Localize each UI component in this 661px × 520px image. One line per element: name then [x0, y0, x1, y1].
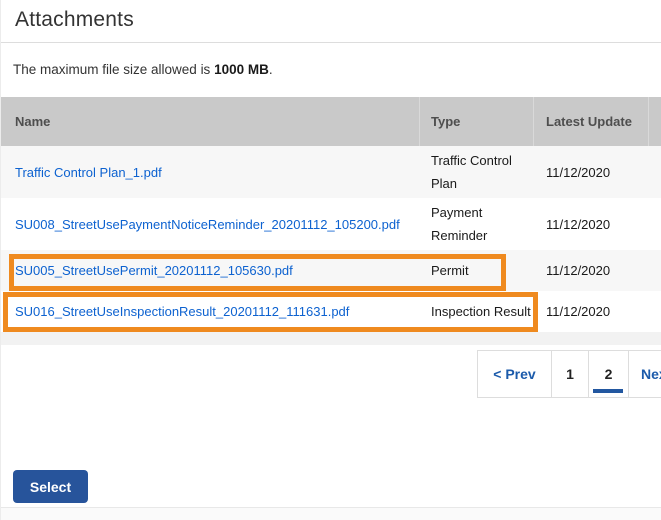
select-button[interactable]: Select — [13, 470, 88, 503]
table-row: SU005_StreetUsePermit_20201112_105630.pd… — [1, 250, 661, 291]
table-bottom-strip — [1, 332, 661, 345]
page-2-button[interactable]: 2 — [589, 351, 629, 397]
header-divider — [648, 97, 649, 146]
file-link[interactable]: Traffic Control Plan_1.pdf — [15, 165, 162, 180]
column-header-name: Name — [15, 114, 51, 129]
prev-page-button[interactable]: < Prev — [478, 351, 552, 397]
latest-update-cell: 11/12/2020 — [546, 216, 611, 232]
file-link[interactable]: SU005_StreetUsePermit_20201112_105630.pd… — [15, 263, 293, 278]
page-1-button[interactable]: 1 — [552, 351, 589, 397]
title-bar: Attachments — [1, 0, 661, 43]
file-link[interactable]: SU016_StreetUseInspectionResult_20201112… — [15, 304, 349, 319]
file-type-cell: Permit — [431, 262, 469, 278]
file-type-cell: Inspection Result — [431, 303, 531, 319]
table-header-row: Name Type Latest Update — [1, 97, 661, 146]
table-row: SU016_StreetUseInspectionResult_20201112… — [1, 291, 661, 332]
file-type-cell: Traffic Control Plan — [431, 152, 512, 191]
page-title: Attachments — [15, 8, 134, 31]
page-2-label: 2 — [604, 366, 613, 382]
note-prefix: The maximum file size allowed is — [13, 62, 215, 77]
header-divider — [533, 97, 534, 146]
pagination: < Prev 1 2 Next > — [477, 350, 661, 398]
attachments-table: Name Type Latest Update Traffic Control … — [1, 97, 661, 332]
latest-update-cell: 11/12/2020 — [546, 164, 611, 180]
file-name-cell: SU016_StreetUseInspectionResult_20201112… — [15, 291, 410, 332]
max-file-size-note: The maximum file size allowed is 1000 MB… — [13, 62, 273, 77]
active-page-indicator — [593, 389, 623, 393]
file-name-cell: SU008_StreetUsePaymentNoticeReminder_202… — [15, 198, 410, 250]
latest-update-cell: 11/12/2020 — [546, 263, 611, 278]
panel-footer-divider — [1, 507, 661, 520]
note-size-value: 1000 MB — [214, 62, 269, 77]
table-row: SU008_StreetUsePaymentNoticeReminder_202… — [1, 198, 661, 250]
attachments-panel: Attachments The maximum file size allowe… — [0, 0, 661, 520]
file-name-cell: Traffic Control Plan_1.pdf — [15, 146, 410, 198]
header-divider — [419, 97, 420, 146]
table-row: Traffic Control Plan_1.pdf Traffic Contr… — [1, 146, 661, 322]
next-page-button[interactable]: Next > — [629, 351, 661, 397]
column-header-type: Type — [431, 114, 461, 129]
file-link[interactable]: SU008_StreetUsePaymentNoticeReminder_202… — [15, 217, 400, 232]
column-header-latest-update: Latest Update — [546, 114, 632, 129]
note-suffix: . — [268, 62, 273, 77]
file-type-cell: Payment Reminder — [431, 204, 488, 243]
latest-update-cell: 11/12/2020 — [546, 304, 611, 319]
file-name-cell: SU005_StreetUsePermit_20201112_105630.pd… — [15, 250, 410, 291]
